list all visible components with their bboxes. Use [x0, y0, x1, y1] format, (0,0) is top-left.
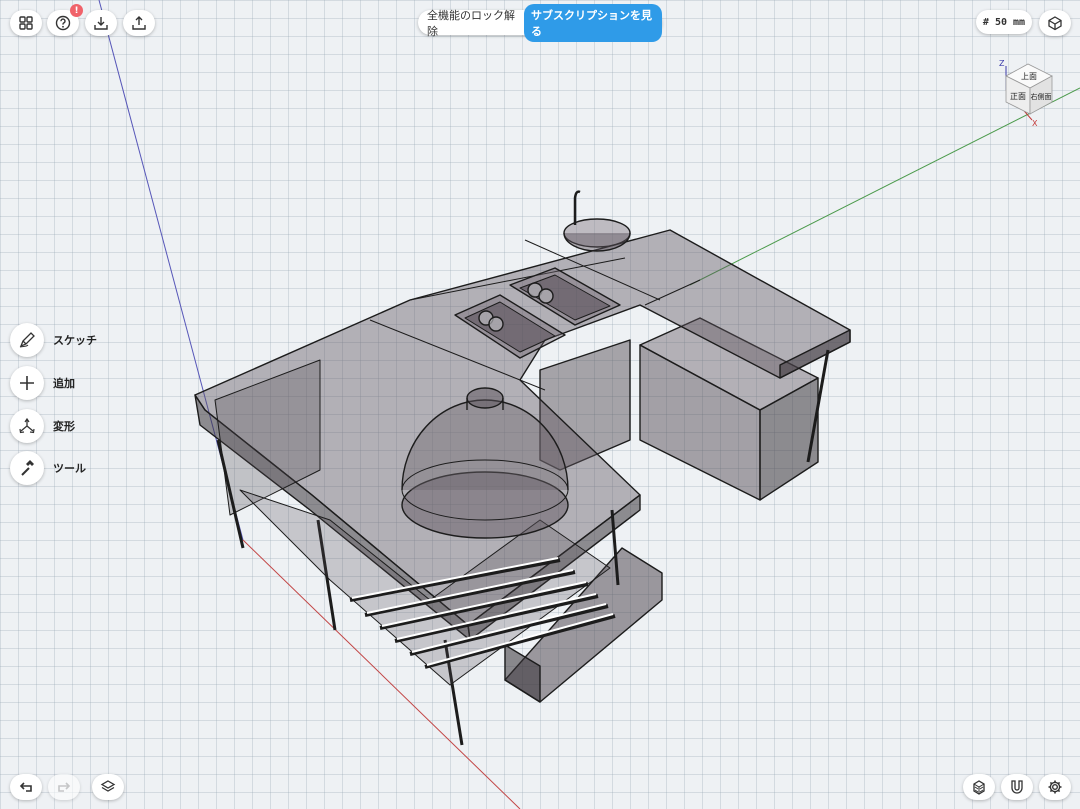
view-mode-button[interactable] — [1039, 10, 1071, 36]
undo-icon — [19, 782, 32, 792]
tool-add-label: 追加 — [53, 377, 75, 390]
tool-sketch-label: スケッチ — [53, 334, 97, 347]
tool-transform-label: 変形 — [53, 420, 75, 433]
grid-icon — [19, 16, 33, 30]
render-style-button[interactable] — [963, 774, 995, 800]
magnet-icon — [1011, 780, 1023, 794]
viewcube-right-label[interactable]: 右側面 — [1031, 92, 1052, 101]
export-icon — [132, 16, 146, 30]
tool-tools[interactable]: ツール — [10, 451, 86, 485]
redo-button[interactable] — [48, 774, 80, 800]
pencil-icon — [19, 332, 35, 348]
3d-viewport[interactable] — [0, 0, 1080, 809]
grid-size-button[interactable]: # 50 mm — [976, 10, 1032, 34]
import-icon — [94, 17, 108, 30]
help-badge: ! — [70, 4, 83, 17]
tool-transform[interactable]: 変形 — [10, 409, 75, 443]
settings-button[interactable] — [1039, 774, 1071, 800]
cube-mode-icon — [1048, 16, 1062, 31]
redo-icon — [58, 782, 71, 792]
view-cube[interactable]: 上面 正面 右側面 Z X — [994, 56, 1058, 128]
snap-button[interactable] — [1001, 774, 1033, 800]
gear-icon — [1048, 780, 1062, 794]
viewcube-x-label: X — [1032, 119, 1038, 128]
tool-sketch[interactable]: スケッチ — [10, 323, 97, 357]
tool-add[interactable]: 追加 — [10, 366, 75, 400]
viewcube-front-label[interactable]: 正面 — [1010, 92, 1026, 101]
viewcube-top-label[interactable]: 上面 — [1021, 72, 1037, 81]
hatched-cube-icon — [973, 780, 985, 795]
unlock-text: 全機能のロック解除 — [427, 8, 515, 38]
tool-tools-label: ツール — [53, 462, 86, 475]
unlock-banner[interactable]: 全機能のロック解除 サブスクリプションを見る — [418, 3, 662, 42]
transform-icon — [19, 417, 35, 434]
kitchen-model[interactable] — [194, 190, 851, 746]
help-button[interactable]: ! — [47, 4, 83, 36]
help-icon — [55, 15, 71, 31]
hammer-icon — [21, 460, 34, 476]
export-button[interactable] — [123, 10, 155, 36]
import-button[interactable] — [85, 10, 117, 36]
layers-button[interactable] — [92, 774, 124, 800]
undo-button[interactable] — [10, 774, 42, 800]
layers-icon — [100, 780, 116, 792]
viewcube-z-label: Z — [999, 59, 1005, 68]
plus-icon — [20, 376, 34, 390]
model-list-button[interactable] — [10, 10, 42, 36]
subscribe-button[interactable]: サブスクリプションを見る — [524, 3, 662, 42]
